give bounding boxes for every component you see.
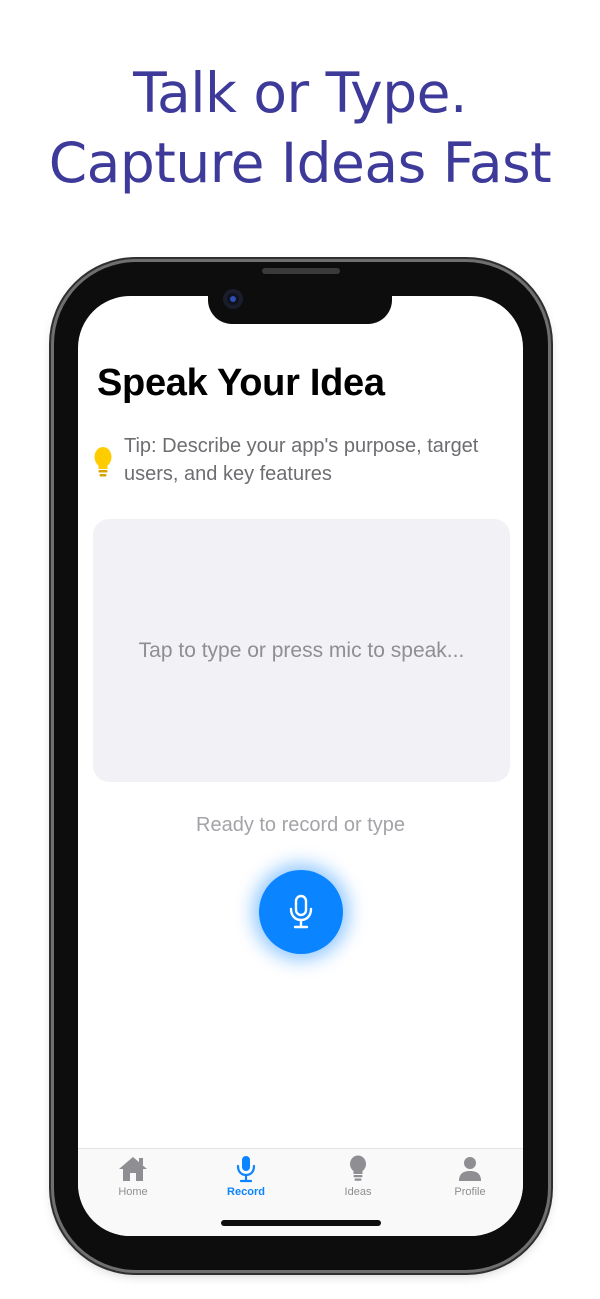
tab-record-label: Record: [227, 1186, 265, 1198]
headline-line-1: Talk or Type.: [133, 61, 467, 125]
marketing-headline: Talk or Type. Capture Ideas Fast: [0, 58, 600, 198]
lightbulb-icon: [350, 1155, 366, 1181]
tip-text: Tip: Describe your app's purpose, target…: [124, 435, 479, 485]
tab-home[interactable]: Home: [93, 1155, 173, 1199]
recording-status: Ready to record or type: [196, 814, 405, 836]
person-icon: [459, 1157, 481, 1181]
headline-line-2: Capture Ideas Fast: [48, 131, 552, 195]
record-mic-button[interactable]: [259, 870, 343, 954]
tab-ideas[interactable]: Ideas: [318, 1155, 398, 1199]
home-indicator[interactable]: [221, 1220, 381, 1226]
front-camera: [223, 289, 243, 309]
tab-ideas-label: Ideas: [344, 1186, 372, 1198]
idea-text-input[interactable]: Tap to type or press mic to speak...: [93, 519, 510, 782]
tab-home-label: Home: [118, 1186, 148, 1198]
microphone-icon: [236, 1156, 256, 1183]
phone-speaker: [262, 268, 340, 274]
page-title: Speak Your Idea: [97, 362, 385, 404]
tab-profile-label: Profile: [454, 1186, 486, 1198]
microphone-icon: [289, 894, 313, 929]
house-icon: [119, 1157, 147, 1181]
lightbulb-icon: [94, 447, 112, 477]
idea-input-placeholder: Tap to type or press mic to speak...: [138, 638, 465, 662]
tab-record[interactable]: Record: [206, 1155, 286, 1199]
tab-profile[interactable]: Profile: [430, 1155, 510, 1199]
phone-screen: Speak Your Idea Tip: Describe your app's…: [78, 296, 523, 1236]
